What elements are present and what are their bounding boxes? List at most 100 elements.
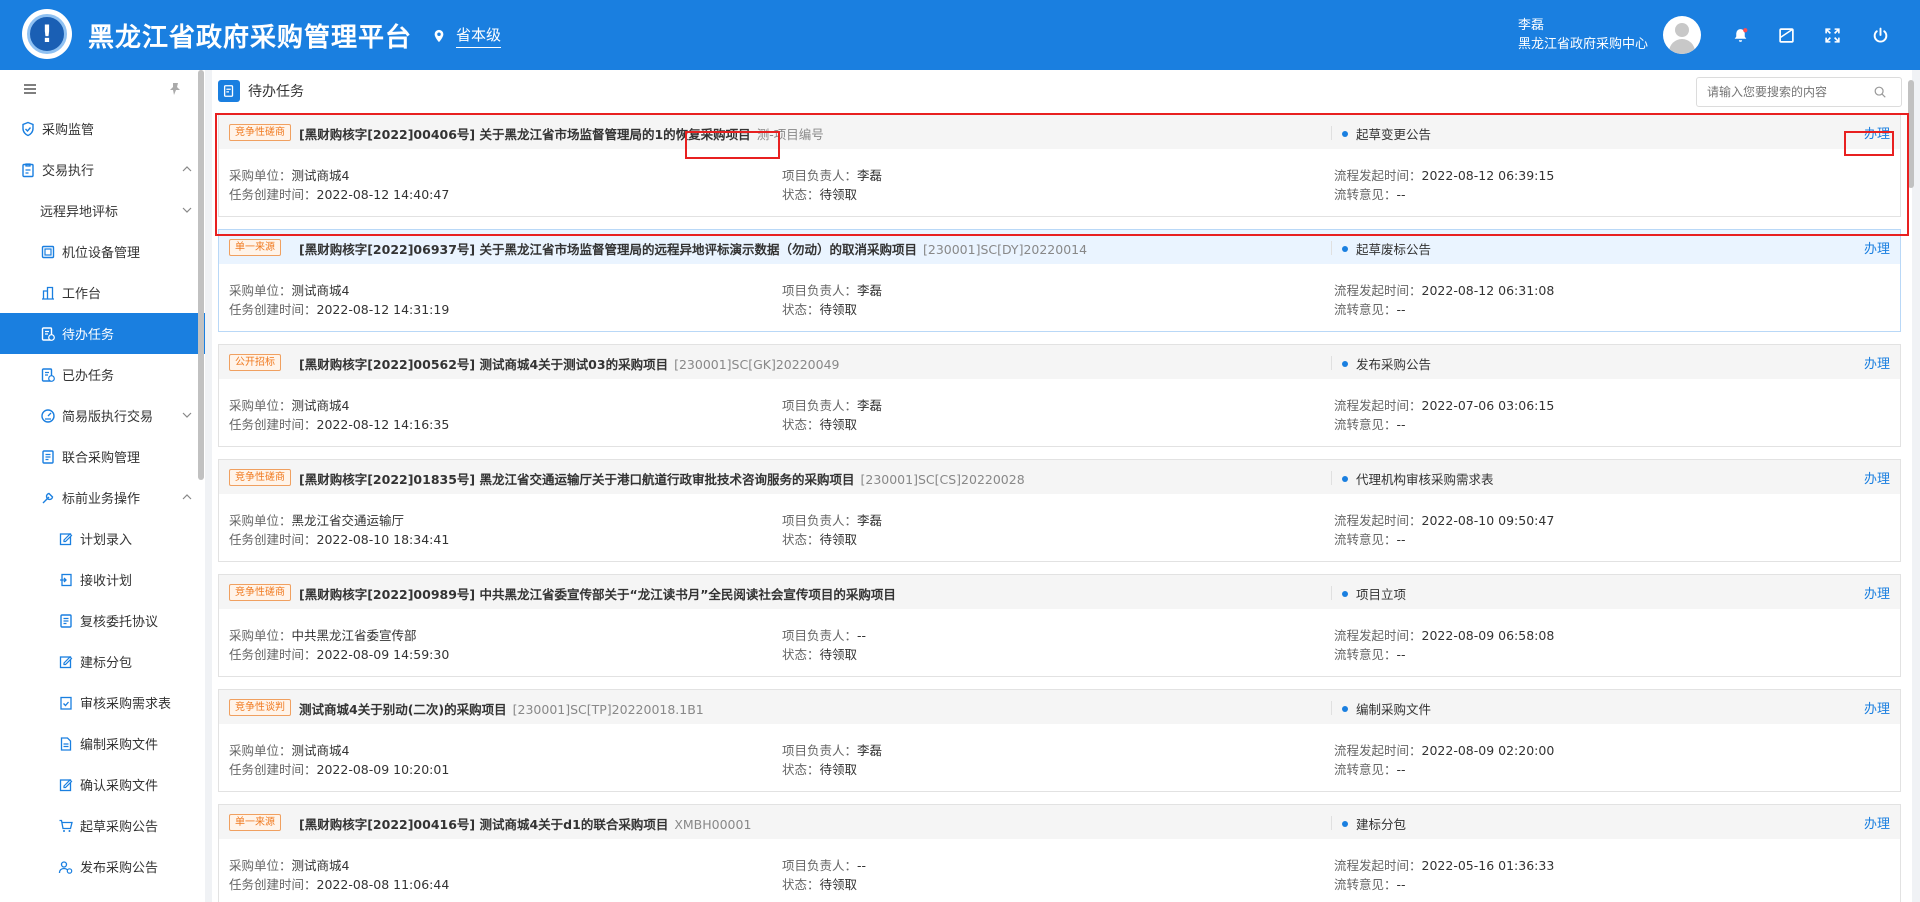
project-leader-field: 项目负责人：李磊 (782, 740, 882, 759)
clipboard-icon (20, 162, 36, 178)
task-project-code: [230001]SC[GK]20220049 (674, 357, 840, 372)
handle-button[interactable]: 办理 (1864, 698, 1890, 717)
sidebar-item[interactable]: 审核采购需求表 (0, 682, 205, 723)
sidebar-item[interactable]: 编制采购文件 (0, 723, 205, 764)
sidebar-item[interactable]: 接收计划 (0, 559, 205, 600)
field-label: 采购单位： (229, 858, 292, 873)
field-label: 流程发起时间： (1334, 858, 1422, 873)
field-value: 李磊 (857, 743, 883, 758)
field-label: 项目负责人： (782, 513, 858, 528)
avatar[interactable] (1663, 16, 1701, 54)
sidebar-item[interactable]: 远程异地评标 (0, 190, 205, 231)
sidebar-item[interactable]: 起草采购公告 (0, 805, 205, 846)
building-icon (40, 285, 56, 301)
sidebar-item-label: 复核委托协议 (80, 615, 159, 630)
task-title[interactable]: [黑财购核字[2022]06937号] 关于黑龙江省市场监督管理局的远程异地评标… (299, 239, 1087, 258)
sidebar-item[interactable]: 建标分包 (0, 641, 205, 682)
handle-button[interactable]: 办理 (1864, 238, 1890, 257)
handle-button[interactable]: 办理 (1864, 583, 1890, 602)
field-label: 状态： (782, 877, 820, 892)
task-title[interactable]: [黑财购核字[2022]00416号] 测试商城4关于d1的联合采购项目 XMBH… (299, 814, 751, 833)
sidebar-item[interactable]: 标前业务操作 (0, 477, 205, 518)
sidebar-item-label: 采购监管 (42, 123, 95, 138)
sidebar-item[interactable]: 采购监管 (0, 108, 205, 149)
file-icon (58, 736, 74, 752)
field-value: 2022-08-10 18:34:41 (316, 532, 450, 547)
handle-button[interactable]: 办理 (1864, 468, 1890, 487)
field-label: 流转意见： (1334, 532, 1397, 547)
field-value: -- (1396, 302, 1406, 317)
sidebar-item[interactable]: 复核委托协议 (0, 600, 205, 641)
task-title[interactable]: 测试商城4关于别动(二次)的采购项目 [230001]SC[TP]20220018… (299, 699, 704, 718)
status-field: 状态：待领取 (782, 644, 857, 663)
region-selector[interactable]: 省本级 (432, 24, 502, 48)
task-card: 竞争性磋商 [黑财购核字[2022]01835号] 黑龙江省交通运输厅关于港口航道… (218, 459, 1901, 562)
field-label: 任务创建时间： (229, 762, 317, 777)
sidebar-item-label: 简易版执行交易 (62, 410, 154, 425)
pin-icon[interactable] (167, 81, 183, 97)
task-header-row: 单一来源 [黑财购核字[2022]00416号] 测试商城4关于d1的联合采购项目… (219, 805, 1900, 839)
field-value: 2022-08-12 14:31:19 (316, 302, 450, 317)
field-label: 状态： (782, 532, 820, 547)
sidebar-item[interactable]: 已办任务 (0, 354, 205, 395)
flow-start-time-field: 流程发起时间：2022-08-12 06:31:08 (1334, 280, 1554, 299)
task-title[interactable]: [黑财购核字[2022]00989号] 中共黑龙江省委宣传部关于“龙江读书月”全… (299, 584, 902, 603)
field-value: 待领取 (819, 532, 858, 547)
sidebar-item-label: 标前业务操作 (62, 492, 141, 507)
notification-bell-icon[interactable] (1730, 25, 1750, 45)
search-input[interactable] (1707, 85, 1873, 99)
sidebar-item-label: 编制采购文件 (80, 738, 159, 753)
sidebar-item[interactable]: 联合采购管理 (0, 436, 205, 477)
task-title-text: [黑财购核字[2022]00562号] 测试商城4关于测试03的采购项目 (299, 357, 669, 372)
sidebar-item[interactable]: 计划录入 (0, 518, 205, 559)
field-value: 待领取 (819, 302, 858, 317)
status-dot-icon (1342, 360, 1348, 367)
power-icon[interactable] (1870, 25, 1890, 45)
task-title[interactable]: [黑财购核字[2022]01835号] 黑龙江省交通运输厅关于港口航道行政审批技… (299, 469, 1025, 488)
sidebar-item[interactable]: 交易执行 (0, 149, 205, 190)
sidebar-scrollbar[interactable] (198, 70, 204, 480)
screen-icon[interactable] (1776, 25, 1796, 45)
divider (1331, 701, 1332, 715)
flow-opinion-field: 流转意见：-- (1334, 759, 1406, 778)
created-time-field: 任务创建时间：2022-08-12 14:31:19 (229, 299, 449, 318)
menu-icon[interactable] (22, 81, 38, 97)
edit-icon (58, 777, 74, 793)
search-box[interactable] (1696, 77, 1902, 107)
fullscreen-icon[interactable] (1822, 25, 1842, 45)
field-value: 2022-08-09 06:58:08 (1421, 628, 1555, 643)
field-label: 状态： (782, 647, 820, 662)
handle-button[interactable]: 办理 (1864, 813, 1890, 832)
task-title-text: [黑财购核字[2022]00989号] 中共黑龙江省委宣传部关于“龙江读书月”全… (299, 587, 896, 602)
sidebar-item[interactable]: 简易版执行交易 (0, 395, 205, 436)
field-label: 流转意见： (1334, 647, 1397, 662)
field-value: -- (1396, 877, 1406, 892)
sidebar-item[interactable]: 工作台 (0, 272, 205, 313)
purchasing-unit-field: 采购单位：测试商城4 (229, 280, 349, 299)
sidebar-item[interactable]: 发布采购公告 (0, 846, 205, 887)
page-header: 待办任务 (212, 70, 1912, 112)
task-stage: 代理机构审核采购需求表 (1342, 469, 1494, 488)
task-project-code: [230001]SC[TP]20220018.1B1 (512, 702, 704, 717)
divider (1331, 471, 1332, 485)
field-label: 采购单位： (229, 398, 292, 413)
flow-opinion-field: 流转意见：-- (1334, 874, 1406, 893)
field-value: 2022-08-10 09:50:47 (1421, 513, 1555, 528)
status-dot-icon (1342, 590, 1348, 597)
sidebar-item[interactable]: 机位设备管理 (0, 231, 205, 272)
search-icon[interactable] (1873, 85, 1887, 99)
sidebar-item-label: 确认采购文件 (80, 779, 159, 794)
sidebar-nav: 采购监管交易执行 远程异地评标 机位设备管理 工作台 待办任务 已办任务简易版执行交易联合… (0, 108, 205, 887)
task-card: 单一来源 [黑财购核字[2022]00416号] 测试商城4关于d1的联合采购项目… (218, 804, 1901, 902)
flow-opinion-field: 流转意见：-- (1334, 529, 1406, 548)
doc-icon (40, 449, 56, 465)
task-title[interactable]: [黑财购核字[2022]00562号] 测试商城4关于测试03的采购项目 [230… (299, 354, 839, 373)
field-label: 流转意见： (1334, 302, 1397, 317)
sidebar-item[interactable]: 确认采购文件 (0, 764, 205, 805)
user-info[interactable]: 李磊 黑龙江省政府采购中心 (1518, 16, 1648, 54)
handle-button[interactable]: 办理 (1864, 353, 1890, 372)
field-label: 流程发起时间： (1334, 628, 1422, 643)
sidebar-item[interactable]: 待办任务 (0, 313, 205, 354)
field-value: 测试商城4 (291, 858, 350, 873)
region-label: 省本级 (456, 24, 502, 48)
